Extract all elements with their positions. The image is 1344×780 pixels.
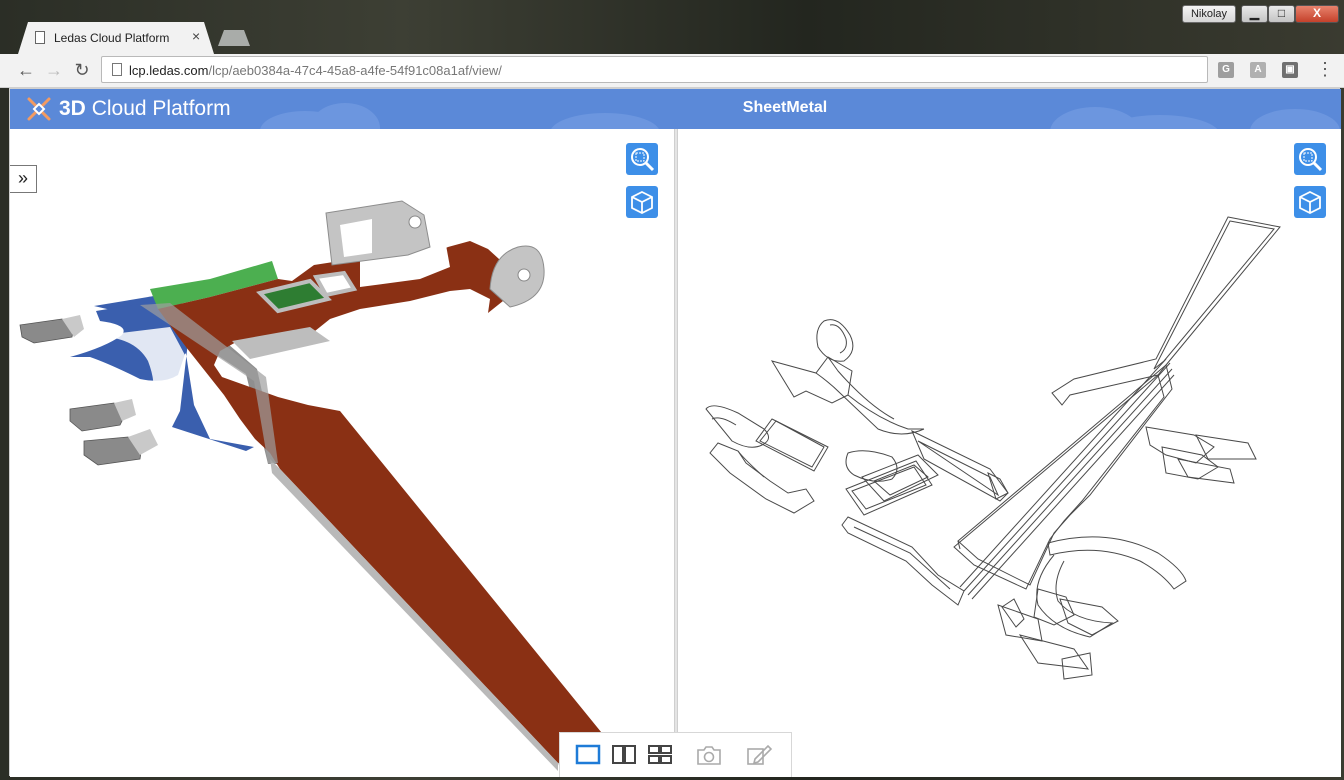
cloud-decoration	[550, 113, 660, 129]
new-tab-button[interactable]	[218, 30, 250, 46]
app-container: 3D Cloud Platform SheetMetal »	[9, 88, 1341, 777]
back-icon[interactable]: ←	[14, 58, 38, 82]
markup-button[interactable]	[745, 742, 773, 768]
profile-button[interactable]: Nikolay	[1182, 5, 1236, 23]
two-views-button[interactable]	[610, 742, 638, 768]
shaded-3d-model[interactable]	[10, 129, 675, 777]
tab-title: Ledas Cloud Platform	[54, 31, 170, 45]
view-cube-button[interactable]	[1294, 186, 1326, 218]
zoom-fit-button[interactable]	[1294, 143, 1326, 175]
extension-box-icon[interactable]: ▣	[1282, 62, 1298, 78]
cloud-decoration	[1250, 109, 1340, 129]
view-cube-icon	[631, 190, 653, 215]
camera-icon	[697, 746, 721, 765]
browser-window: Nikolay ▁ □ X Ledas Cloud Platform × ← →…	[0, 0, 1344, 780]
single-view-icon	[575, 744, 601, 765]
close-window-button[interactable]: X	[1295, 5, 1339, 23]
maximize-button[interactable]: □	[1268, 5, 1295, 23]
view-toolbar	[559, 732, 792, 777]
browser-tab[interactable]: Ledas Cloud Platform ×	[18, 22, 214, 54]
wireframe-viewport[interactable]	[678, 129, 1341, 777]
wireframe-3d-model[interactable]	[678, 129, 1341, 777]
brand-title: 3D Cloud Platform	[59, 97, 231, 120]
address-bar[interactable]: lcp.ledas.com/lcp/aeb0384a-47c4-45a8-a4f…	[101, 56, 1208, 83]
single-view-button[interactable]	[574, 742, 602, 768]
cloud-decoration	[310, 103, 380, 129]
sidebar-expand-button[interactable]: »	[10, 165, 37, 193]
minimize-button[interactable]: ▁	[1241, 5, 1268, 23]
browser-menu-icon[interactable]: ⋮	[1316, 59, 1334, 80]
two-views-icon	[612, 745, 636, 764]
extension-pdf-icon[interactable]: A	[1250, 62, 1266, 78]
view-cube-button[interactable]	[626, 186, 658, 218]
document-title: SheetMetal	[742, 99, 828, 116]
page-icon	[35, 31, 45, 44]
zoom-fit-button[interactable]	[626, 143, 658, 175]
ledas-logo-icon	[27, 97, 51, 121]
snapshot-button[interactable]	[695, 742, 723, 768]
zoom-fit-icon	[1299, 148, 1323, 172]
four-views-icon	[648, 745, 672, 764]
app-header: 3D Cloud Platform SheetMetal	[10, 89, 1341, 129]
tab-close-icon[interactable]: ×	[192, 28, 200, 44]
page-info-icon[interactable]	[112, 63, 122, 76]
zoom-fit-icon	[631, 148, 655, 172]
browser-toolbar: ← → ↻ lcp.ledas.com/lcp/aeb0384a-47c4-45…	[0, 54, 1344, 88]
forward-icon[interactable]: →	[42, 58, 66, 82]
view-cube-icon	[1299, 190, 1321, 215]
four-views-button[interactable]	[646, 742, 674, 768]
extension-g-icon[interactable]: G	[1218, 62, 1234, 78]
edit-icon	[747, 744, 773, 765]
shaded-viewport[interactable]	[10, 129, 675, 777]
reload-icon[interactable]: ↻	[70, 58, 94, 82]
url-text: lcp.ledas.com/lcp/aeb0384a-47c4-45a8-a4f…	[129, 63, 502, 78]
